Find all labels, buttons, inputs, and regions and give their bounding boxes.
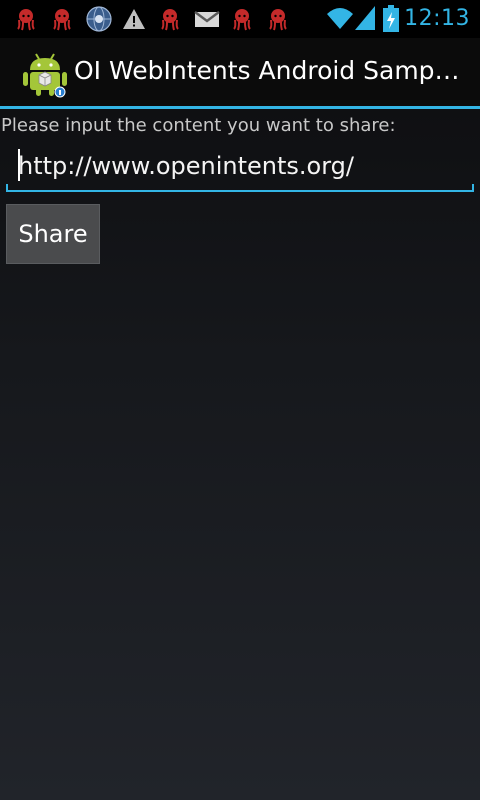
status-bar: 12:13 — [0, 0, 480, 38]
input-underline — [6, 190, 474, 192]
share-prompt-label: Please input the content you want to sha… — [1, 115, 396, 136]
input-underline-left-tick — [6, 184, 8, 192]
notification-octocat-icon[interactable] — [14, 7, 38, 31]
text-cursor — [18, 149, 20, 181]
notification-octocat-icon[interactable] — [266, 7, 290, 31]
share-content-input[interactable] — [6, 144, 474, 188]
screen: 12:13 OI WebIntents Android Sample… Plea… — [0, 0, 480, 800]
share-input-container[interactable] — [6, 144, 474, 192]
notification-globe-icon[interactable] — [86, 6, 112, 32]
notification-gmail-icon[interactable] — [194, 7, 220, 31]
status-time: 12:13 — [404, 6, 470, 31]
notification-octocat-icon[interactable] — [50, 7, 74, 31]
action-bar-divider — [0, 106, 480, 109]
android-app-icon[interactable] — [22, 50, 68, 98]
signal-icon — [355, 6, 375, 30]
notification-octocat-icon[interactable] — [158, 7, 182, 31]
notification-warning-icon[interactable] — [122, 7, 146, 31]
battery-charging-icon — [383, 5, 399, 32]
share-button[interactable]: Share — [6, 204, 100, 264]
notification-octocat-icon[interactable] — [230, 7, 254, 31]
action-bar: OI WebIntents Android Sample… — [0, 38, 480, 106]
app-title: OI WebIntents Android Sample… — [74, 56, 464, 85]
wifi-icon — [327, 8, 353, 29]
input-underline-right-tick — [472, 184, 474, 192]
